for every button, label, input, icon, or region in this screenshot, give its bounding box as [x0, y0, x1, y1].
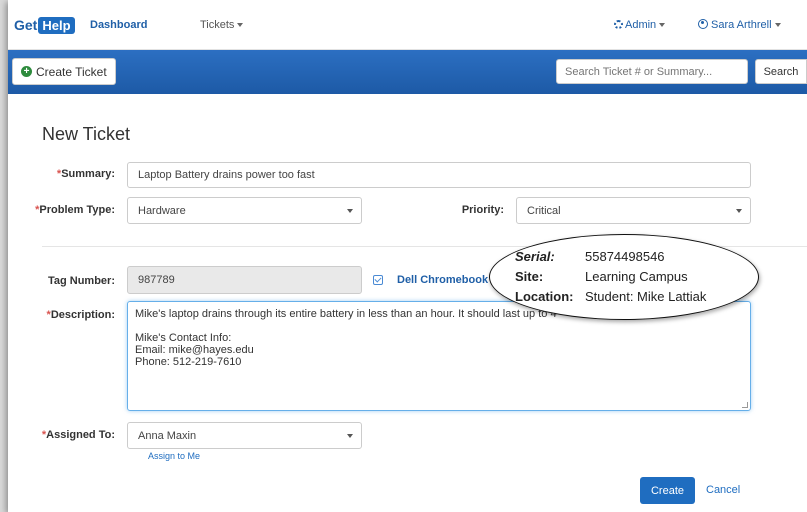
description-label-text: Description:: [50, 309, 115, 321]
priority-select[interactable]: Critical: [516, 197, 751, 224]
summary-input[interactable]: Laptop Battery drains power too fast: [127, 162, 751, 188]
logo-get-text: Get: [14, 17, 38, 33]
assign-to-me-link[interactable]: Assign to Me: [148, 451, 200, 461]
create-ticket-label: Create Ticket: [36, 64, 107, 79]
app-logo[interactable]: Get Help: [14, 15, 75, 35]
description-line: Phone: 512-219-7610: [135, 356, 242, 368]
tag-number-input: 987789: [127, 266, 362, 294]
create-button[interactable]: Create: [640, 477, 695, 504]
serial-label: Serial:: [515, 249, 555, 264]
device-link[interactable]: Dell Chromebook: [397, 274, 488, 286]
gear-icon: [614, 20, 623, 29]
chevron-down-icon: [659, 23, 666, 28]
chevron-down-icon: [237, 23, 244, 28]
description-line: Mike's Contact Info:: [135, 332, 232, 344]
description-label: *Description:: [38, 309, 115, 321]
summary-label: *Summary:: [42, 168, 115, 180]
tag-number-value: 987789: [138, 274, 175, 286]
nav-tickets[interactable]: Tickets: [200, 19, 244, 31]
chevron-down-icon: [774, 23, 781, 28]
problem-type-select[interactable]: Hardware: [127, 197, 362, 224]
summary-label-text: Summary:: [61, 168, 115, 180]
description-line-blank: [135, 320, 743, 332]
problem-type-value: Hardware: [138, 204, 186, 217]
chevron-down-icon: [347, 433, 353, 438]
site-value: Learning Campus: [585, 269, 688, 284]
location-label: Location:: [515, 289, 574, 304]
device-info-callout: Serial: 55874498546 Site: Learning Campu…: [489, 234, 759, 320]
problem-type-label-text: Problem Type:: [39, 204, 115, 216]
assigned-to-label: *Assigned To:: [38, 429, 115, 441]
create-ticket-button[interactable]: + Create Ticket: [12, 58, 116, 85]
problem-type-label: *Problem Type:: [28, 204, 115, 216]
action-bar: + Create Ticket Search: [8, 50, 807, 94]
check-square-icon: [373, 275, 383, 285]
assigned-to-label-text: Assigned To:: [46, 429, 115, 441]
priority-value: Critical: [527, 204, 561, 217]
location-value: Student: Mike Lattiak: [585, 289, 707, 304]
priority-label: Priority:: [461, 204, 504, 216]
top-navbar: Get Help Dashboard Tickets Admin Sara Ar…: [8, 0, 807, 50]
nav-dashboard[interactable]: Dashboard: [90, 19, 147, 31]
user-name: Sara Arthrell: [711, 19, 772, 31]
site-label: Site:: [515, 269, 544, 284]
description-line: Email: mike@hayes.edu: [135, 344, 254, 356]
serial-value: 55874498546: [585, 249, 665, 264]
chevron-down-icon: [347, 208, 353, 213]
assigned-to-value: Anna Maxin: [138, 429, 197, 442]
cancel-link[interactable]: Cancel: [706, 484, 740, 496]
logo-help-text: Help: [38, 16, 75, 34]
resize-handle[interactable]: [742, 402, 748, 408]
tag-number-label: Tag Number:: [47, 275, 115, 287]
page-title: New Ticket: [42, 124, 131, 144]
user-icon: [698, 19, 708, 29]
search-button[interactable]: Search: [755, 59, 807, 84]
summary-value: Laptop Battery drains power too fast: [138, 169, 315, 181]
admin-label: Admin: [625, 19, 657, 31]
search-input[interactable]: [556, 59, 748, 84]
assigned-to-select[interactable]: Anna Maxin: [127, 422, 362, 449]
plus-circle-icon: +: [21, 66, 32, 77]
admin-menu[interactable]: Admin: [614, 19, 666, 31]
user-menu[interactable]: Sara Arthrell: [698, 19, 781, 31]
page: Get Help Dashboard Tickets Admin Sara Ar…: [8, 0, 807, 512]
nav-tickets-label: Tickets: [200, 19, 235, 31]
chevron-down-icon: [736, 208, 742, 213]
